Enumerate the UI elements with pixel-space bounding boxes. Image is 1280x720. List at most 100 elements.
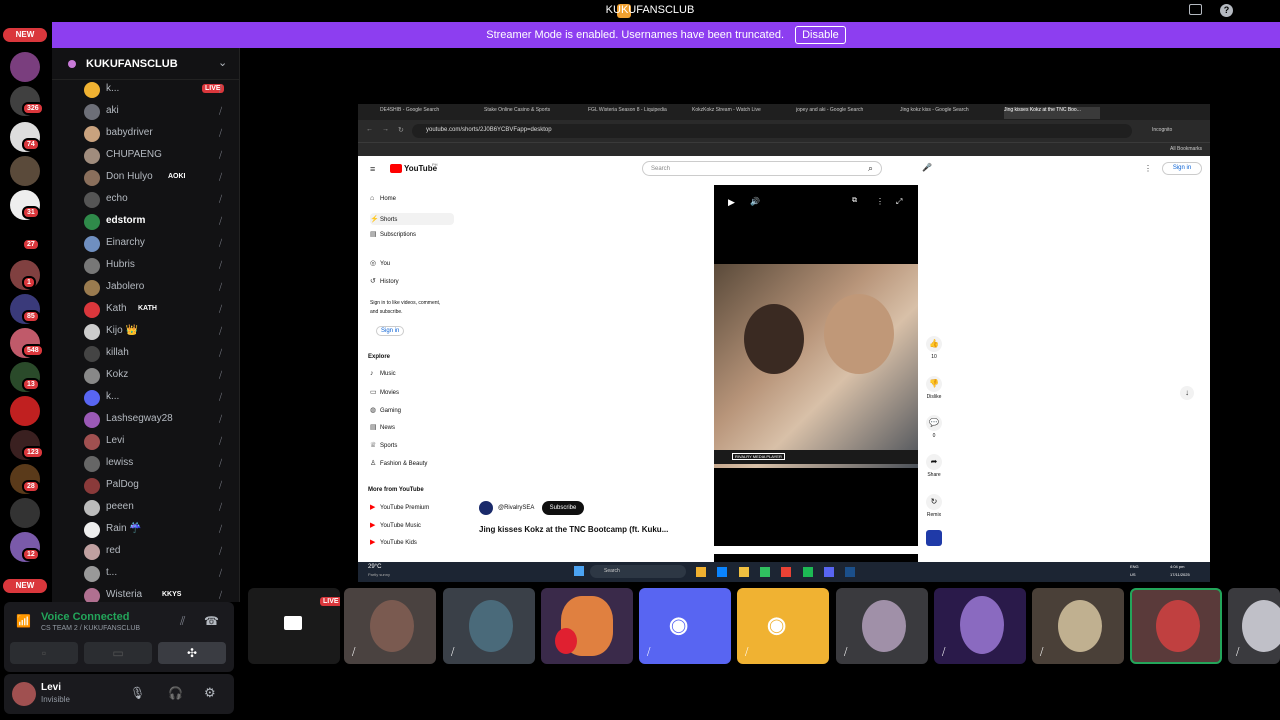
- app-icon[interactable]: [802, 567, 813, 577]
- inbox-icon[interactable]: [1189, 4, 1202, 15]
- yt-explore-item[interactable]: ♙ Fashion & Beauty: [370, 459, 427, 467]
- participant-tile[interactable]: ◉ ⧸: [639, 588, 731, 664]
- yt-explore-item[interactable]: ♕ Sports: [370, 441, 397, 449]
- shorts-action[interactable]: 👎 Dislike: [924, 376, 944, 400]
- more-icon[interactable]: ⋮: [1144, 164, 1152, 173]
- member-item[interactable]: aki ⧸: [84, 102, 234, 122]
- disconnect-icon[interactable]: ☎: [204, 614, 219, 628]
- member-item[interactable]: red ⧸: [84, 542, 234, 562]
- member-item[interactable]: k... ⧸: [84, 388, 234, 408]
- shared-screen[interactable]: DE4SHIB - Google Search Stake Online Casi…: [358, 104, 1210, 582]
- noise-suppression-icon[interactable]: ⫽: [180, 614, 185, 629]
- member-item[interactable]: Kath KATH ⧸: [84, 300, 234, 320]
- action-icon[interactable]: 👍: [926, 336, 942, 352]
- avatar[interactable]: [12, 682, 36, 706]
- captions-icon[interactable]: ⧉: [852, 197, 857, 205]
- all-bookmarks[interactable]: All Bookmarks: [1170, 146, 1202, 152]
- shorts-action[interactable]: 👍 10: [924, 336, 944, 360]
- activities-icon[interactable]: ✣: [158, 642, 226, 664]
- member-item[interactable]: Kokz ⧸: [84, 366, 234, 386]
- participant-tile[interactable]: [541, 588, 633, 664]
- video-title[interactable]: Jing kisses Kokz at the TNC Bootcamp (ft…: [479, 525, 668, 534]
- server-header[interactable]: KUKUFANSCLUB ⌄: [52, 48, 240, 80]
- action-icon[interactable]: ↻: [926, 494, 942, 510]
- shorts-action[interactable]: ➦ Share: [924, 454, 944, 478]
- participant-tile[interactable]: ⧸: [1032, 588, 1124, 664]
- participant-tile[interactable]: ⧸: [934, 588, 1026, 664]
- browser-tab[interactable]: Stake Online Casino & Sports: [484, 107, 580, 119]
- microphone-icon[interactable]: 🎙: [130, 686, 145, 700]
- participant-tile[interactable]: ⧸: [1228, 588, 1280, 664]
- shorts-action[interactable]: 💬 0: [924, 415, 944, 439]
- stream-tile[interactable]: LIVE: [248, 588, 340, 664]
- member-item[interactable]: Lashsegway28 ⧸: [84, 410, 234, 430]
- signal-icon[interactable]: 📶: [16, 614, 31, 628]
- yt-explore-item[interactable]: ▭ Movies: [370, 388, 399, 396]
- search-icon[interactable]: ⌕: [868, 163, 873, 174]
- member-item[interactable]: killah ⧸: [84, 344, 234, 364]
- clock-time[interactable]: 4:04 pm: [1170, 564, 1184, 569]
- member-item[interactable]: Hubris ⧸: [84, 256, 234, 276]
- yt-explore-item[interactable]: ◍ Gaming: [370, 406, 401, 414]
- taskbar-search[interactable]: Search: [590, 565, 686, 578]
- next-short-preview[interactable]: [714, 554, 918, 562]
- app-icon[interactable]: [696, 567, 706, 577]
- member-item[interactable]: Jabolero ⧸: [84, 278, 234, 298]
- yt-more-item[interactable]: ▶ YouTube Premium: [370, 503, 429, 511]
- browser-tab[interactable]: Jing kokz kiss - Google Search: [900, 107, 996, 119]
- server-icon[interactable]: [10, 52, 40, 82]
- yt-nav-item[interactable]: ◎ You: [370, 259, 390, 267]
- member-item[interactable]: peeen ⧸: [84, 498, 234, 518]
- address-bar[interactable]: youtube.com/shorts/2J0B6YCBVFapp=desktop: [412, 124, 1132, 138]
- screen-share-icon[interactable]: ▭: [84, 642, 152, 664]
- channel-name[interactable]: @RivalrySEA: [498, 505, 534, 511]
- member-item[interactable]: lewiss ⧸: [84, 454, 234, 474]
- weather-temp[interactable]: 29°C: [368, 564, 381, 570]
- menu-icon[interactable]: ≡: [370, 164, 375, 174]
- member-item[interactable]: Einarchy ⧸: [84, 234, 234, 254]
- start-icon[interactable]: [574, 566, 584, 576]
- browser-tab[interactable]: Jing kisses Kokz at the TNC Boo...: [1004, 107, 1100, 119]
- browser-tab[interactable]: DE4SHIB - Google Search: [380, 107, 476, 119]
- participant-tile[interactable]: ⧸: [443, 588, 535, 664]
- incognito-label[interactable]: Incognito: [1152, 127, 1172, 133]
- member-item[interactable]: t... ⧸: [84, 564, 234, 584]
- shorts-action[interactable]: ↻ Remix: [924, 494, 944, 518]
- chevron-down-icon[interactable]: ⌄: [218, 56, 227, 69]
- action-icon[interactable]: 💬: [926, 415, 942, 431]
- yt-explore-item[interactable]: ♪ Music: [370, 370, 396, 377]
- app-icon[interactable]: [824, 567, 835, 577]
- help-icon[interactable]: ?: [1220, 4, 1233, 17]
- search-input[interactable]: Search ⌕: [642, 161, 882, 176]
- yt-more-item[interactable]: ▶ YouTube Kids: [370, 538, 417, 546]
- participant-tile[interactable]: ◉ ⧸: [737, 588, 829, 664]
- browser-tab[interactable]: KokzKokz Stream - Watch Live: [692, 107, 788, 119]
- browser-tab[interactable]: FGL Wisteria Season 8 - Liquipedia: [588, 107, 684, 119]
- fullscreen-icon[interactable]: ⤢: [896, 197, 902, 207]
- channel-avatar[interactable]: [479, 501, 493, 515]
- member-item[interactable]: Kijo 👑 ⧸: [84, 322, 234, 342]
- channel-avatar[interactable]: [926, 530, 942, 546]
- gear-icon[interactable]: ⚙: [204, 685, 216, 701]
- play-icon[interactable]: ▶: [728, 197, 735, 208]
- server-icon[interactable]: [10, 498, 40, 528]
- action-icon[interactable]: 👎: [926, 376, 942, 392]
- language[interactable]: ENG: [1130, 564, 1139, 569]
- yt-more-item[interactable]: ▶ YouTube Music: [370, 521, 421, 529]
- subscribe-button[interactable]: Subscribe: [542, 501, 584, 515]
- headphones-icon[interactable]: 🎧: [168, 686, 183, 700]
- voice-channel[interactable]: CS TEAM 2 / KUKUFANSCLUB: [41, 625, 140, 632]
- member-item[interactable]: Levi ⧸: [84, 432, 234, 452]
- youtube-signin-button[interactable]: Sign in: [1162, 162, 1202, 175]
- volume-icon[interactable]: 🔊: [750, 197, 760, 206]
- microphone-icon[interactable]: 🎤: [922, 163, 932, 172]
- yt-nav-item[interactable]: ⚡Shorts: [370, 213, 454, 225]
- yt-explore-item[interactable]: ▤ News: [370, 423, 395, 431]
- shorts-player[interactable]: ▶ 🔊 ⧉ ⋮ ⤢ RIVALRY MEDIA PLAYER: [714, 185, 918, 546]
- yt-nav-item[interactable]: ⌂ Home: [370, 195, 396, 202]
- app-icon[interactable]: [760, 567, 771, 577]
- member-item[interactable]: echo ⧸: [84, 190, 234, 210]
- server-icon[interactable]: [10, 156, 40, 186]
- participant-tile-speaking[interactable]: [1130, 588, 1222, 664]
- camera-off-icon[interactable]: ▫: [10, 642, 78, 664]
